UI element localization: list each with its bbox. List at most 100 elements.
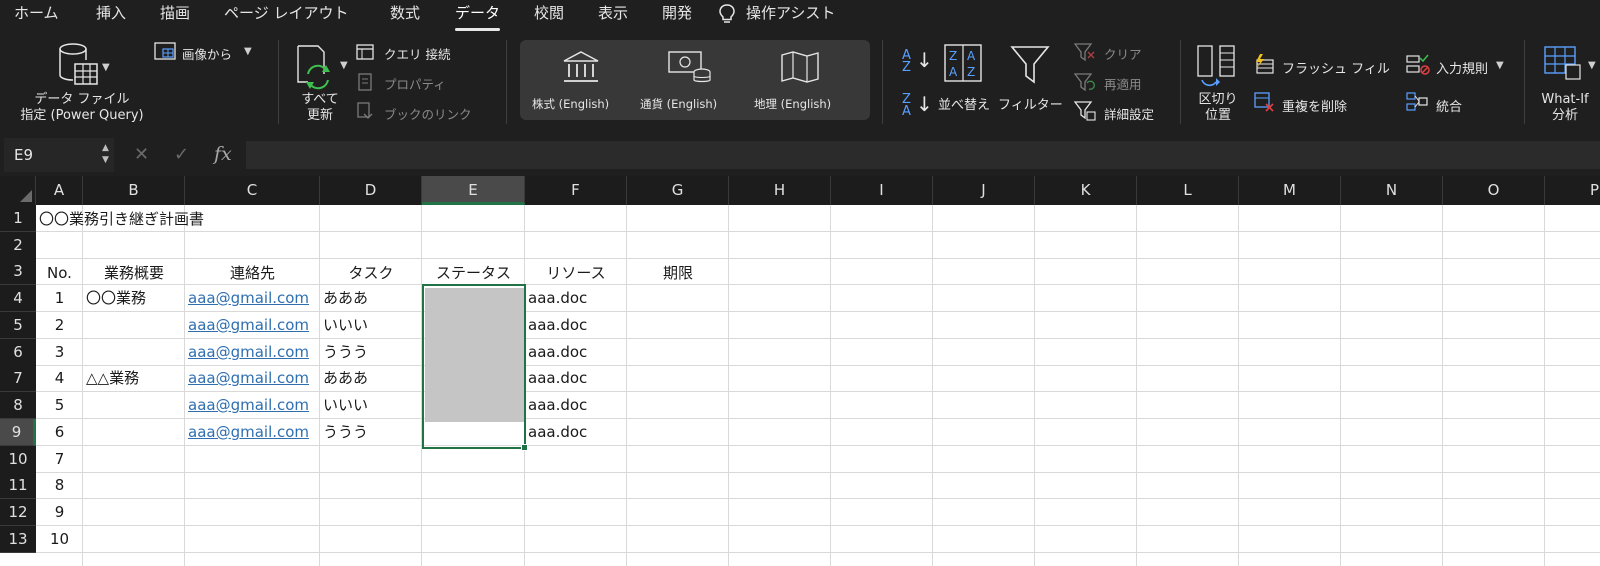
chevron-down-icon[interactable]: ▼ bbox=[102, 62, 110, 73]
cell-contact-link[interactable]: aaa@gmail.com bbox=[188, 312, 320, 339]
sort-descending-button[interactable]: ZA bbox=[902, 93, 911, 118]
row-header-3[interactable]: 3 bbox=[0, 258, 36, 285]
cell-resource[interactable]: aaa.doc bbox=[528, 365, 627, 392]
tab-insert[interactable]: 挿入 bbox=[96, 2, 126, 23]
cell-no[interactable]: 4 bbox=[36, 365, 83, 392]
queries-connections-button[interactable]: クエリ 接続 bbox=[384, 44, 450, 63]
geography-data-type-button[interactable]: 地理 (English) bbox=[740, 40, 860, 120]
cell-resource[interactable]: aaa.doc bbox=[528, 312, 627, 339]
tab-developer[interactable]: 開発 bbox=[662, 2, 692, 23]
column-header-e[interactable]: E bbox=[422, 176, 525, 205]
column-header-a[interactable]: A bbox=[36, 176, 83, 205]
chevron-down-icon[interactable]: ▼ bbox=[1496, 60, 1504, 71]
row-header-6[interactable]: 6 bbox=[0, 339, 36, 366]
tab-page-layout[interactable]: ページ レイアウト bbox=[224, 2, 348, 23]
cell-contact-link[interactable]: aaa@gmail.com bbox=[188, 392, 320, 419]
cell-task[interactable]: ううう bbox=[323, 339, 422, 366]
cell-no[interactable]: 7 bbox=[36, 446, 83, 473]
column-header-h[interactable]: H bbox=[729, 176, 831, 205]
cell-contact-link[interactable]: aaa@gmail.com bbox=[188, 365, 320, 392]
column-header-k[interactable]: K bbox=[1035, 176, 1137, 205]
tab-home[interactable]: ホーム bbox=[14, 2, 59, 23]
cell-task[interactable]: あああ bbox=[323, 365, 422, 392]
row-header-9[interactable]: 9 bbox=[0, 419, 36, 446]
cell-resource[interactable]: aaa.doc bbox=[528, 339, 627, 366]
cell-contact-link[interactable]: aaa@gmail.com bbox=[188, 419, 320, 446]
cell-task[interactable]: いいい bbox=[323, 312, 422, 339]
sort-icon[interactable]: Z A A Z bbox=[944, 44, 982, 82]
chevron-down-icon[interactable]: ▼ bbox=[340, 60, 348, 71]
sort-button[interactable]: 並べ替え bbox=[938, 94, 990, 113]
database-table-icon[interactable] bbox=[56, 42, 100, 88]
column-header-j[interactable]: J bbox=[933, 176, 1035, 205]
advanced-button[interactable]: 詳細設定 bbox=[1104, 104, 1154, 123]
cell-no[interactable]: 8 bbox=[36, 472, 83, 499]
header-no[interactable]: No. bbox=[36, 260, 83, 286]
column-header-n[interactable]: N bbox=[1341, 176, 1443, 205]
cell-no[interactable]: 10 bbox=[36, 526, 83, 553]
consolidate-button[interactable]: 統合 bbox=[1436, 96, 1462, 115]
cell-no[interactable]: 6 bbox=[36, 419, 83, 446]
column-header-p[interactable]: P bbox=[1545, 176, 1600, 205]
row-header-1[interactable]: 1 bbox=[0, 205, 36, 232]
insert-function-icon[interactable]: fx bbox=[214, 143, 232, 165]
row-header-2[interactable]: 2 bbox=[0, 232, 36, 259]
column-header-d[interactable]: D bbox=[320, 176, 422, 205]
header-resource[interactable]: リソース bbox=[525, 260, 627, 286]
chevron-down-icon[interactable]: ▼ bbox=[244, 46, 252, 57]
row-header-4[interactable]: 4 bbox=[0, 285, 36, 312]
worksheet-grid[interactable]: ABCDEFGHIJKLMNOP 1 2 3 4 5 6 7 8 9 10 11 12 13 〇〇業務引… bbox=[0, 176, 1600, 566]
column-header-g[interactable]: G bbox=[627, 176, 729, 205]
row-header-10[interactable]: 10 bbox=[0, 446, 36, 473]
remove-duplicates-button[interactable]: 重複を削除 bbox=[1282, 96, 1347, 115]
refresh-all-icon[interactable] bbox=[294, 44, 338, 90]
cell-task[interactable]: ううう bbox=[323, 419, 422, 446]
row-header-8[interactable]: 8 bbox=[0, 392, 36, 419]
cell-no[interactable]: 5 bbox=[36, 392, 83, 419]
filter-button[interactable]: フィルター bbox=[998, 94, 1063, 113]
cell-no[interactable]: 9 bbox=[36, 499, 83, 526]
row-header-11[interactable]: 11 bbox=[0, 472, 36, 499]
cell-contact-link[interactable]: aaa@gmail.com bbox=[188, 339, 320, 366]
header-task[interactable]: タスク bbox=[320, 260, 422, 286]
header-status[interactable]: ステータス bbox=[422, 260, 525, 286]
reapply-button[interactable]: 再適用 bbox=[1104, 74, 1142, 93]
header-contact[interactable]: 連絡先 bbox=[185, 260, 320, 286]
get-data-button[interactable]: データ ファイル 指定 (Power Query) bbox=[14, 92, 150, 124]
cancel-icon[interactable]: ✕ bbox=[134, 144, 149, 165]
cell-resource[interactable]: aaa.doc bbox=[528, 285, 627, 312]
row-header-13[interactable]: 13 bbox=[0, 526, 36, 553]
cell-summary[interactable]: 〇〇業務 bbox=[86, 285, 185, 312]
tab-view[interactable]: 表示 bbox=[598, 2, 628, 23]
column-header-o[interactable]: O bbox=[1443, 176, 1545, 205]
select-all-button[interactable] bbox=[0, 176, 36, 205]
filter-icon[interactable] bbox=[1010, 44, 1050, 86]
cell-task[interactable]: あああ bbox=[323, 285, 422, 312]
column-header-i[interactable]: I bbox=[831, 176, 933, 205]
column-header-b[interactable]: B bbox=[83, 176, 185, 205]
name-box-stepper[interactable]: ▲ ▼ bbox=[102, 142, 109, 166]
enter-icon[interactable]: ✓ bbox=[174, 144, 189, 165]
column-header-m[interactable]: M bbox=[1239, 176, 1341, 205]
tab-tell-me[interactable]: 操作アシスト bbox=[746, 2, 835, 23]
header-summary[interactable]: 業務概要 bbox=[83, 260, 185, 286]
what-if-analysis-icon[interactable] bbox=[1544, 46, 1582, 80]
flash-fill-button[interactable]: フラッシュ フィル bbox=[1282, 58, 1390, 77]
cell-no[interactable]: 3 bbox=[36, 339, 83, 366]
cell-no[interactable]: 2 bbox=[36, 312, 83, 339]
fill-handle[interactable] bbox=[521, 444, 528, 451]
header-deadline[interactable]: 期限 bbox=[627, 260, 729, 286]
tab-draw[interactable]: 描画 bbox=[160, 2, 190, 23]
currencies-data-type-button[interactable]: 通貨 (English) bbox=[640, 40, 740, 120]
cell-contact-link[interactable]: aaa@gmail.com bbox=[188, 285, 320, 312]
cell-summary[interactable]: △△業務 bbox=[86, 365, 185, 392]
cell-resource[interactable]: aaa.doc bbox=[528, 419, 627, 446]
properties-button[interactable]: プロパティ bbox=[384, 74, 446, 93]
row-header-5[interactable]: 5 bbox=[0, 312, 36, 339]
text-to-columns-button[interactable]: 区切り 位置 bbox=[1190, 92, 1246, 124]
cell-task[interactable]: いいい bbox=[323, 392, 422, 419]
tab-formulas[interactable]: 数式 bbox=[390, 2, 420, 23]
what-if-analysis-button[interactable]: What-If 分析 bbox=[1530, 92, 1600, 124]
cell-resource[interactable]: aaa.doc bbox=[528, 392, 627, 419]
row-header-7[interactable]: 7 bbox=[0, 365, 36, 392]
